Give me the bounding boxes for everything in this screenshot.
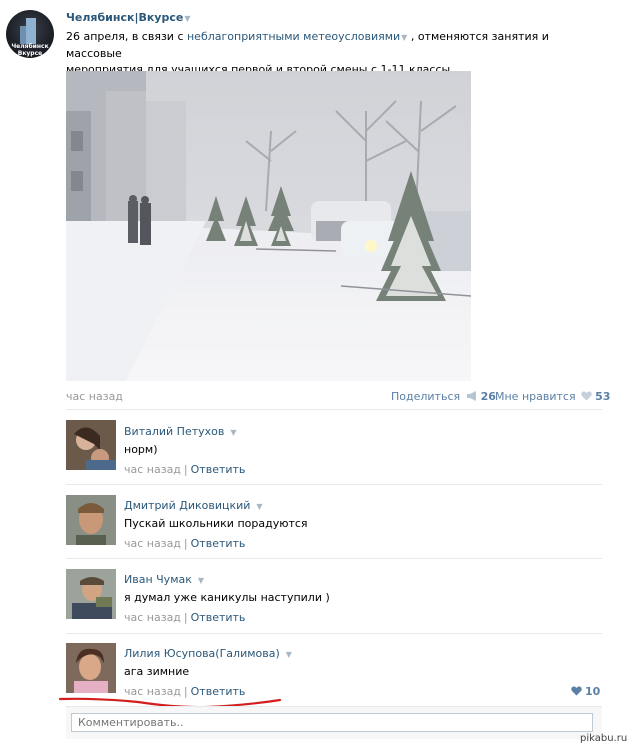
comment-input[interactable] (71, 713, 593, 732)
share-button[interactable]: Поделиться 26 (391, 390, 496, 403)
divider (66, 558, 602, 559)
comment-time[interactable]: час назад (124, 463, 181, 476)
comment-text: ага зимние (124, 665, 190, 678)
post-photo[interactable] (66, 71, 471, 381)
reply-button[interactable]: Ответить (191, 611, 246, 624)
heart-icon (571, 686, 582, 696)
dropdown-triangle-icon[interactable]: ▼ (230, 428, 236, 437)
like-button[interactable]: Мне нравится 53 (495, 390, 610, 403)
comment-time[interactable]: час назад (124, 611, 181, 624)
snow-street-image (66, 71, 471, 381)
avatar-logo-text: Челябинск Вкурсе (11, 43, 49, 57)
comment-time[interactable]: час назад (124, 537, 181, 550)
dropdown-triangle-icon[interactable]: ▼ (184, 14, 190, 23)
comment-author-link[interactable]: Лилия Юсупова(Галимова) ▼ (124, 647, 292, 660)
reply-button[interactable]: Ответить (191, 463, 246, 476)
share-count: 26 (480, 390, 496, 403)
share-label: Поделиться (391, 390, 461, 403)
post-time[interactable]: час назад (66, 390, 123, 403)
watermark: pikabu.ru (580, 733, 628, 744)
comment-avatar[interactable] (66, 643, 116, 693)
divider (66, 409, 602, 410)
reply-button[interactable]: Ответить (191, 537, 246, 550)
comment-avatar[interactable] (66, 569, 116, 619)
group-name-link[interactable]: Челябинск|Вкурсе▼ (66, 11, 191, 24)
comment-avatar[interactable] (66, 420, 116, 470)
comment-meta: час назад | Ответить (124, 537, 246, 550)
divider (66, 484, 602, 485)
like-count: 53 (595, 390, 611, 403)
comment-avatar[interactable] (66, 495, 116, 545)
dropdown-triangle-icon[interactable]: ▼ (256, 502, 262, 511)
comment-text: я думал уже каникулы наступили ) (124, 591, 330, 604)
megaphone-icon (466, 391, 476, 401)
dropdown-triangle-icon[interactable]: ▼ (198, 576, 204, 585)
heart-icon (581, 391, 592, 401)
group-name: Челябинск|Вкурсе (66, 11, 184, 24)
dropdown-triangle-icon[interactable]: ▼ (286, 650, 292, 659)
like-label: Мне нравится (495, 390, 576, 403)
comment-meta: час назад | Ответить (124, 611, 246, 624)
comment-author-link[interactable]: Виталий Петухов ▼ (124, 425, 237, 438)
comment-text: норм) (124, 443, 158, 456)
group-avatar[interactable]: Челябинск Вкурсе (6, 10, 54, 58)
comment-author-link[interactable]: Иван Чумак ▼ (124, 573, 204, 586)
comment-like-count: 10 (585, 685, 601, 698)
comment-author-link[interactable]: Дмитрий Диковицкий ▼ (124, 499, 263, 512)
comment-text: Пускай школьники порадуются (124, 517, 308, 530)
divider (66, 633, 602, 634)
post-text-link[interactable]: неблагоприятными метеоусловиями (187, 30, 400, 43)
comment-like-button[interactable]: 10 (571, 685, 600, 698)
comment-meta: час назад | Ответить (124, 463, 246, 476)
